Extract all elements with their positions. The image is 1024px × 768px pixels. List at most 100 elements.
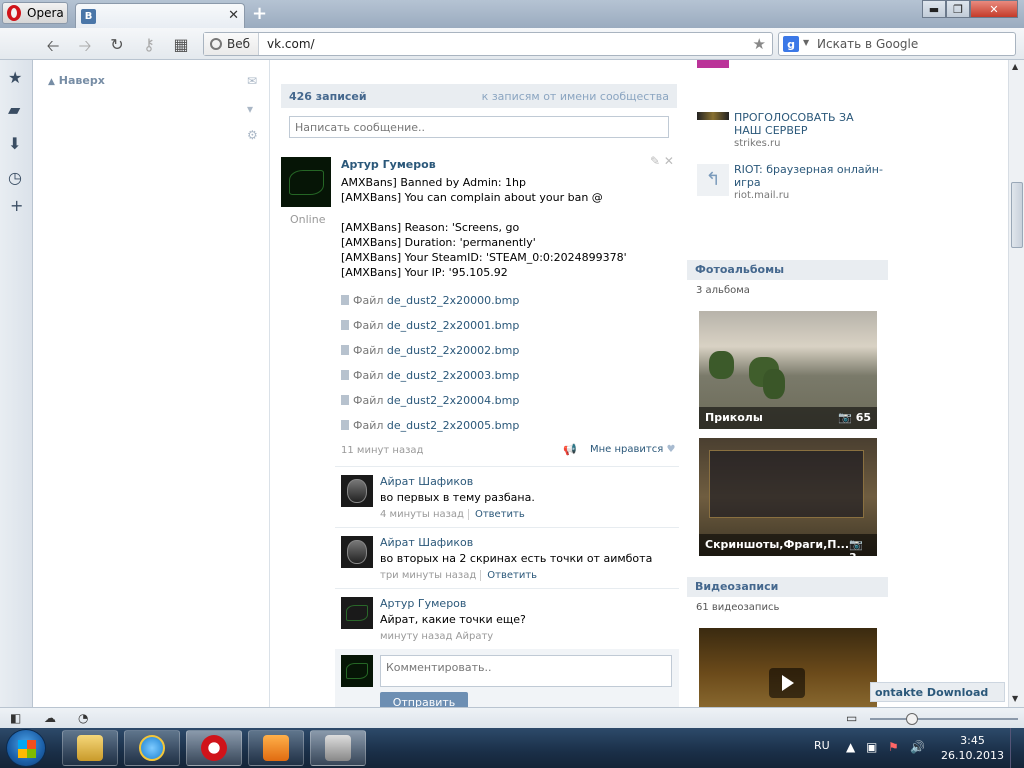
page-scrollbar[interactable]: ▲ ▼ — [1008, 60, 1024, 707]
minimize-button[interactable]: ▬ — [922, 0, 946, 18]
address-url[interactable]: vk.com/ — [259, 37, 315, 51]
taskbar-opera[interactable] — [186, 730, 242, 766]
attached-file[interactable]: Файл de_dust2_2x20002.bmp — [341, 344, 519, 357]
comment-avatar[interactable] — [341, 597, 373, 629]
attached-file[interactable]: Файл de_dust2_2x20003.bmp — [341, 369, 519, 382]
reload-icon[interactable]: ↻ — [106, 35, 128, 54]
address-scheme[interactable]: Веб — [204, 33, 260, 55]
albums-header[interactable]: Фотоальбомы — [687, 260, 888, 280]
ad-domain[interactable]: strikes.ru — [734, 138, 780, 149]
chevron-down-icon[interactable]: ▼ — [803, 38, 809, 47]
opera-menu-button[interactable]: Opera — [2, 2, 68, 24]
clock[interactable]: 3:45 26.10.2013 — [941, 733, 1004, 763]
key-icon[interactable]: ⚷ — [138, 35, 160, 54]
post-author-avatar[interactable] — [281, 157, 331, 207]
albums-count[interactable]: 3 альбома — [696, 285, 750, 296]
vkontakte-download-button[interactable]: ontakte Download — [870, 682, 1005, 702]
album-thumbnail[interactable]: Приколы 📷 65 — [699, 311, 877, 429]
taskbar-media-player[interactable] — [248, 730, 304, 766]
ad-image[interactable] — [697, 60, 729, 68]
restore-button[interactable]: ❐ — [946, 0, 970, 18]
speedometer-icon[interactable]: ◔ — [78, 711, 88, 725]
search-field[interactable]: g ▼ Искать в Google — [778, 32, 1016, 56]
notes-icon[interactable]: ▰ — [8, 100, 20, 119]
mail-icon[interactable]: ✉ — [247, 74, 257, 88]
like-button[interactable]: Мне нравится ♥ — [590, 444, 675, 455]
comment-author[interactable]: Артур Гумеров — [380, 597, 466, 610]
attached-file[interactable]: Файл de_dust2_2x20000.bmp — [341, 294, 519, 307]
share-megaphone-icon[interactable]: 📢 — [563, 443, 577, 456]
start-button[interactable] — [6, 729, 46, 767]
videos-header[interactable]: Видеозаписи — [687, 577, 888, 597]
volume-icon[interactable]: 🔊 — [910, 740, 925, 754]
scroll-down-icon[interactable]: ▼ — [1012, 694, 1018, 703]
comment-avatar[interactable] — [341, 475, 373, 507]
google-icon[interactable]: g — [783, 36, 799, 52]
attached-file[interactable]: Файл de_dust2_2x20001.bmp — [341, 319, 519, 332]
play-icon[interactable] — [769, 668, 805, 698]
address-scheme-label: Веб — [227, 37, 251, 51]
zoom-slider[interactable] — [870, 713, 1018, 725]
send-button[interactable]: Отправить — [380, 692, 468, 707]
post-text-line: AMXBans] Banned by Admin: 1hp — [341, 176, 527, 189]
taskbar-counter-strike[interactable] — [310, 730, 366, 766]
attached-file[interactable]: Файл de_dust2_2x20004.bmp — [341, 394, 519, 407]
tray-arrow-icon[interactable]: ▲ — [846, 740, 855, 754]
show-desktop-button[interactable] — [1010, 728, 1024, 768]
back-to-top-link[interactable]: ▲ Наверх — [48, 74, 105, 87]
comment-avatar[interactable] — [341, 536, 373, 568]
gear-icon[interactable]: ⚙ — [247, 128, 258, 142]
tab-vk[interactable]: В ✕ — [75, 3, 245, 28]
tab-close-icon[interactable]: ✕ — [228, 8, 239, 23]
chat-icon[interactable]: ▾ — [247, 102, 253, 116]
album-thumbnail[interactable]: Скриншоты,Фраги,П... 📷 3 — [699, 438, 877, 556]
post-time[interactable]: 11 минут назад — [341, 445, 423, 456]
post-author[interactable]: Артур Гумеров — [341, 158, 436, 171]
bookmarks-star-icon[interactable]: ★ — [8, 68, 22, 87]
new-tab-icon[interactable]: + — [252, 3, 267, 24]
add-panel-icon[interactable]: + — [10, 196, 23, 215]
counter-strike-icon — [325, 735, 351, 761]
panel-toggle-icon[interactable]: ◧ — [10, 711, 21, 725]
network-icon[interactable]: ▣ — [866, 740, 877, 754]
cloud-icon[interactable]: ☁ — [44, 711, 56, 725]
community-posts-link[interactable]: к записям от имени сообщества — [482, 90, 669, 103]
comment-author[interactable]: Айрат Шафиков — [380, 475, 473, 488]
comment-time[interactable]: три минуты назад — [380, 570, 476, 581]
ad-arrow-icon[interactable]: ↰ — [697, 164, 729, 196]
comment-author[interactable]: Айрат Шафиков — [380, 536, 473, 549]
bookmark-star-icon[interactable]: ★ — [753, 35, 766, 53]
ad-domain[interactable]: riot.mail.ru — [734, 190, 789, 201]
message-input[interactable]: Написать сообщение.. — [289, 116, 669, 138]
ad-title[interactable]: ПРОГОЛОСОВАТЬ ЗА НАШ СЕРВЕР — [734, 111, 884, 137]
comment-time[interactable]: 4 минуты назад — [380, 509, 464, 520]
zoom-slider-knob[interactable] — [906, 713, 918, 725]
back-arrow-icon[interactable]: 🡠 — [42, 35, 64, 62]
forward-arrow-icon[interactable]: 🡢 — [74, 35, 96, 62]
zoom-page-icon[interactable]: ▭ — [846, 711, 857, 725]
reply-link[interactable]: Ответить — [480, 570, 538, 581]
edit-pencil-icon[interactable]: ✎ ✕ — [650, 154, 674, 168]
close-window-button[interactable]: ✕ — [970, 0, 1018, 18]
attached-file[interactable]: Файл de_dust2_2x20005.bmp — [341, 419, 519, 432]
history-clock-icon[interactable]: ◷ — [8, 168, 22, 187]
ad-image[interactable] — [697, 112, 729, 120]
speed-dial-grid-icon[interactable]: ▦ — [170, 35, 192, 54]
action-center-icon[interactable]: ⚑ — [888, 740, 899, 754]
taskbar-ie[interactable] — [124, 730, 180, 766]
address-bar[interactable]: Веб vk.com/ ★ — [203, 32, 773, 56]
reply-link[interactable]: Ответить — [467, 509, 525, 520]
file-icon — [341, 395, 349, 405]
taskbar-explorer[interactable] — [62, 730, 118, 766]
video-thumbnail[interactable] — [699, 628, 877, 707]
scrollbar-thumb[interactable] — [1011, 182, 1023, 248]
scroll-up-icon[interactable]: ▲ — [1012, 62, 1018, 71]
comment-input[interactable]: Комментировать.. — [380, 655, 672, 687]
downloads-icon[interactable]: ⬇ — [8, 134, 21, 153]
album-caption: Скриншоты,Фраги,П... 📷 3 — [699, 534, 877, 556]
language-indicator[interactable]: RU — [814, 739, 830, 752]
comment-meta: три минуты назад Ответить — [380, 570, 538, 581]
post-text-line: [AMXBans] Reason: 'Screens, go — [341, 221, 520, 234]
ad-title[interactable]: RIOT: браузерная онлайн-игра — [734, 163, 884, 189]
videos-count[interactable]: 61 видеозапись — [696, 602, 779, 613]
